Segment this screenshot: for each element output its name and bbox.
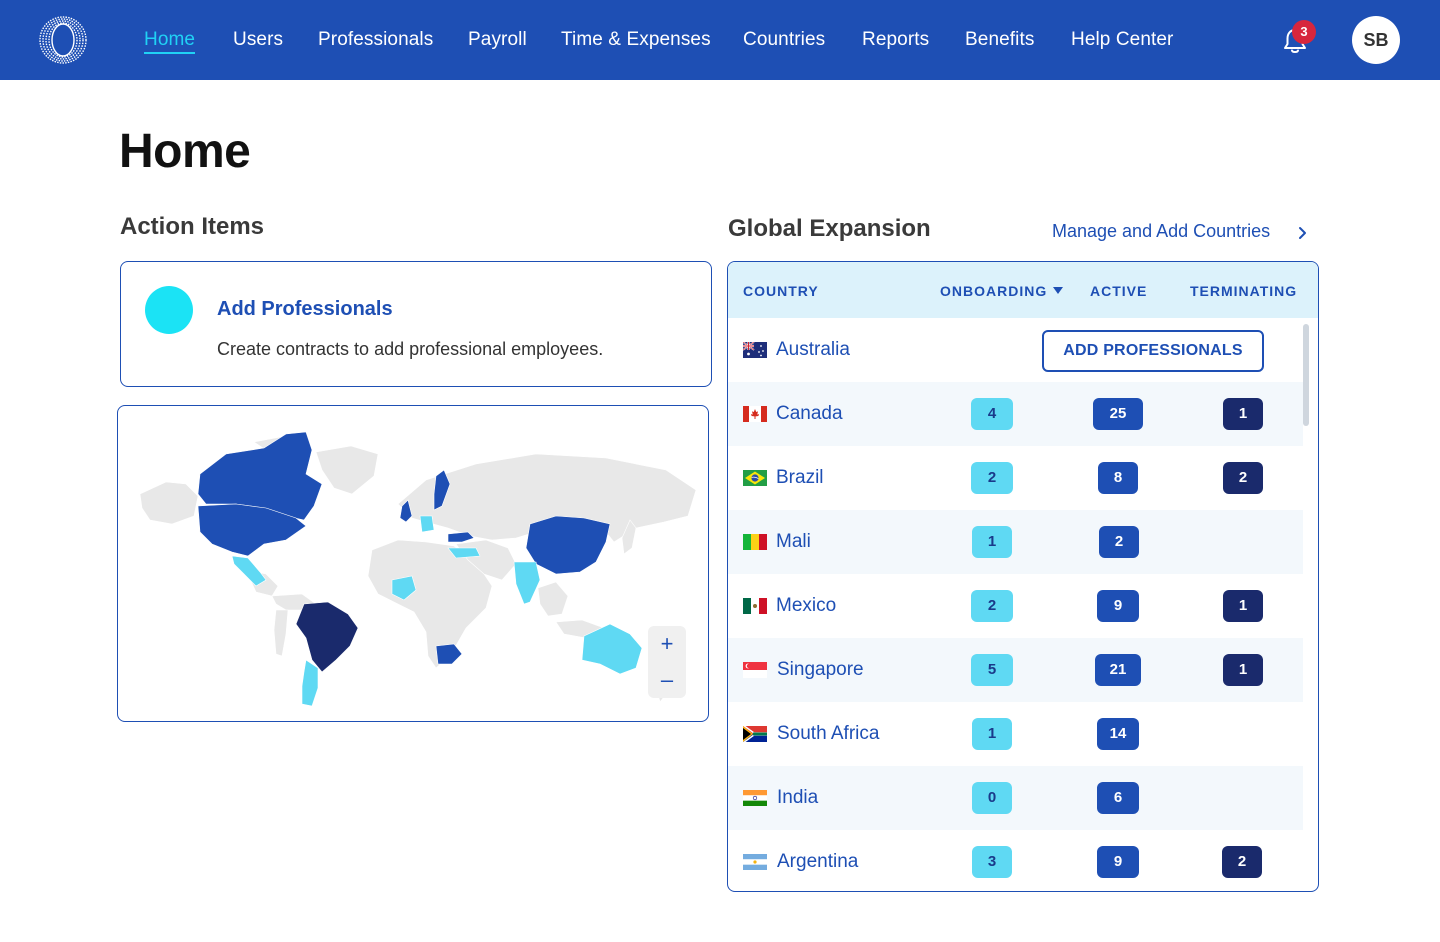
- nav-professionals[interactable]: Professionals: [318, 29, 433, 51]
- manage-countries-link[interactable]: Manage and Add Countries: [1052, 221, 1270, 242]
- col-country: COUNTRY: [743, 283, 819, 299]
- nav-help-center[interactable]: Help Center: [1071, 29, 1173, 51]
- map-country-argentina: [301, 659, 319, 707]
- page-title: Home: [119, 125, 251, 178]
- ring-logo-icon[interactable]: [38, 15, 88, 65]
- mexico-flag-icon: [743, 598, 767, 614]
- add-professionals-card[interactable]: Add Professionals Create contracts to ad…: [120, 261, 712, 387]
- map-country-south-africa: [435, 643, 463, 665]
- onboarding-count[interactable]: 5: [971, 654, 1013, 686]
- chevron-right-icon[interactable]: [1297, 224, 1309, 242]
- country-name[interactable]: Argentina: [777, 851, 858, 873]
- onboarding-count[interactable]: 1: [972, 718, 1012, 750]
- onboarding-count[interactable]: 1: [972, 526, 1012, 558]
- nav-payroll[interactable]: Payroll: [468, 29, 527, 51]
- map-country-germany: [419, 515, 435, 533]
- map-region-andes: [273, 609, 289, 657]
- top-navigation-bar: Home Users Professionals Payroll Time & …: [0, 0, 1440, 80]
- country-name[interactable]: South Africa: [777, 723, 879, 745]
- onboarding-count[interactable]: 4: [971, 398, 1013, 430]
- world-map-card: + –: [117, 405, 709, 722]
- table-row[interactable]: Mali 1 2: [728, 510, 1303, 574]
- onboarding-count[interactable]: 2: [971, 590, 1013, 622]
- country-name[interactable]: Brazil: [776, 467, 824, 489]
- action-card-title[interactable]: Add Professionals: [217, 298, 393, 321]
- onboarding-count[interactable]: 2: [971, 462, 1013, 494]
- map-country-china: [525, 515, 611, 575]
- map-zoom-controls: + –: [648, 626, 686, 698]
- singapore-flag-icon: [743, 662, 767, 678]
- terminating-count[interactable]: 2: [1222, 846, 1262, 878]
- nav-home[interactable]: Home: [144, 29, 196, 54]
- nav-reports[interactable]: Reports: [862, 29, 929, 51]
- table-scrollbar[interactable]: [1303, 324, 1309, 426]
- map-country-brazil: [295, 601, 359, 673]
- south-africa-flag-icon: [743, 726, 767, 742]
- active-count[interactable]: 6: [1097, 782, 1139, 814]
- table-row[interactable]: Mexico 2 9 1: [728, 574, 1303, 638]
- table-header: COUNTRY ONBOARDING ACTIVE TERMINATING: [728, 262, 1318, 318]
- terminating-count[interactable]: 2: [1223, 462, 1263, 494]
- brazil-flag-icon: [743, 470, 767, 486]
- table-row[interactable]: Argentina 3 9 2: [728, 830, 1303, 891]
- terminating-count[interactable]: 1: [1223, 590, 1263, 622]
- active-count[interactable]: 8: [1098, 462, 1138, 494]
- table-row[interactable]: Brazil 2 8 2: [728, 446, 1303, 510]
- table-row[interactable]: South Africa 1 14: [728, 702, 1303, 766]
- onboarding-count[interactable]: 0: [972, 782, 1012, 814]
- map-region-greenland: [315, 445, 379, 495]
- nav-benefits[interactable]: Benefits: [965, 29, 1034, 51]
- mali-flag-icon: [743, 534, 767, 550]
- table-row[interactable]: Singapore 5 21 1: [728, 638, 1303, 702]
- nav-users[interactable]: Users: [233, 29, 283, 51]
- map-region-alaska: [139, 481, 199, 525]
- table-row[interactable]: Canada 4 25 1: [728, 382, 1303, 446]
- user-avatar[interactable]: SB: [1352, 16, 1400, 64]
- col-onboarding[interactable]: ONBOARDING: [940, 283, 1064, 299]
- country-name[interactable]: India: [777, 787, 818, 809]
- country-table: COUNTRY ONBOARDING ACTIVE TERMINATING Au…: [727, 261, 1319, 892]
- map-country-mexico: [231, 555, 267, 587]
- map-region-southeast-asia: [537, 581, 569, 617]
- argentina-flag-icon: [743, 854, 767, 870]
- table-row[interactable]: India 0 6: [728, 766, 1303, 830]
- col-terminating: TERMINATING: [1190, 283, 1298, 299]
- action-items-title: Action Items: [120, 213, 265, 240]
- col-onboarding-label: ONBOARDING: [940, 283, 1048, 299]
- nav-countries[interactable]: Countries: [743, 29, 825, 51]
- canada-flag-icon: [743, 406, 767, 422]
- sort-caret-icon[interactable]: [1053, 287, 1064, 294]
- active-count[interactable]: 2: [1099, 526, 1139, 558]
- australia-flag-icon: [743, 342, 767, 358]
- map-country-india: [513, 561, 541, 605]
- terminating-count[interactable]: 1: [1223, 398, 1263, 430]
- india-flag-icon: [743, 790, 767, 806]
- nav-time-expenses[interactable]: Time & Expenses: [561, 29, 711, 51]
- active-count[interactable]: 14: [1097, 718, 1139, 750]
- notification-count-badge: 3: [1292, 20, 1316, 44]
- active-count[interactable]: 25: [1093, 398, 1143, 430]
- country-name[interactable]: Singapore: [777, 659, 864, 681]
- col-active: ACTIVE: [1090, 283, 1148, 299]
- active-count[interactable]: 9: [1097, 590, 1139, 622]
- country-name[interactable]: Australia: [776, 339, 850, 361]
- terminating-count[interactable]: 1: [1223, 654, 1263, 686]
- zoom-in-button[interactable]: +: [648, 626, 686, 662]
- action-status-dot: [145, 286, 193, 334]
- zoom-out-button[interactable]: –: [648, 662, 686, 698]
- country-name[interactable]: Mali: [776, 531, 811, 553]
- global-expansion-title: Global Expansion: [728, 215, 931, 242]
- active-count[interactable]: 21: [1095, 654, 1141, 686]
- add-professionals-button[interactable]: ADD PROFESSIONALS: [1042, 330, 1264, 372]
- country-name[interactable]: Canada: [776, 403, 843, 425]
- action-card-description: Create contracts to add professional emp…: [217, 339, 604, 359]
- country-name[interactable]: Mexico: [776, 595, 836, 617]
- onboarding-count[interactable]: 3: [972, 846, 1012, 878]
- world-map[interactable]: [136, 424, 696, 709]
- active-count[interactable]: 9: [1097, 846, 1139, 878]
